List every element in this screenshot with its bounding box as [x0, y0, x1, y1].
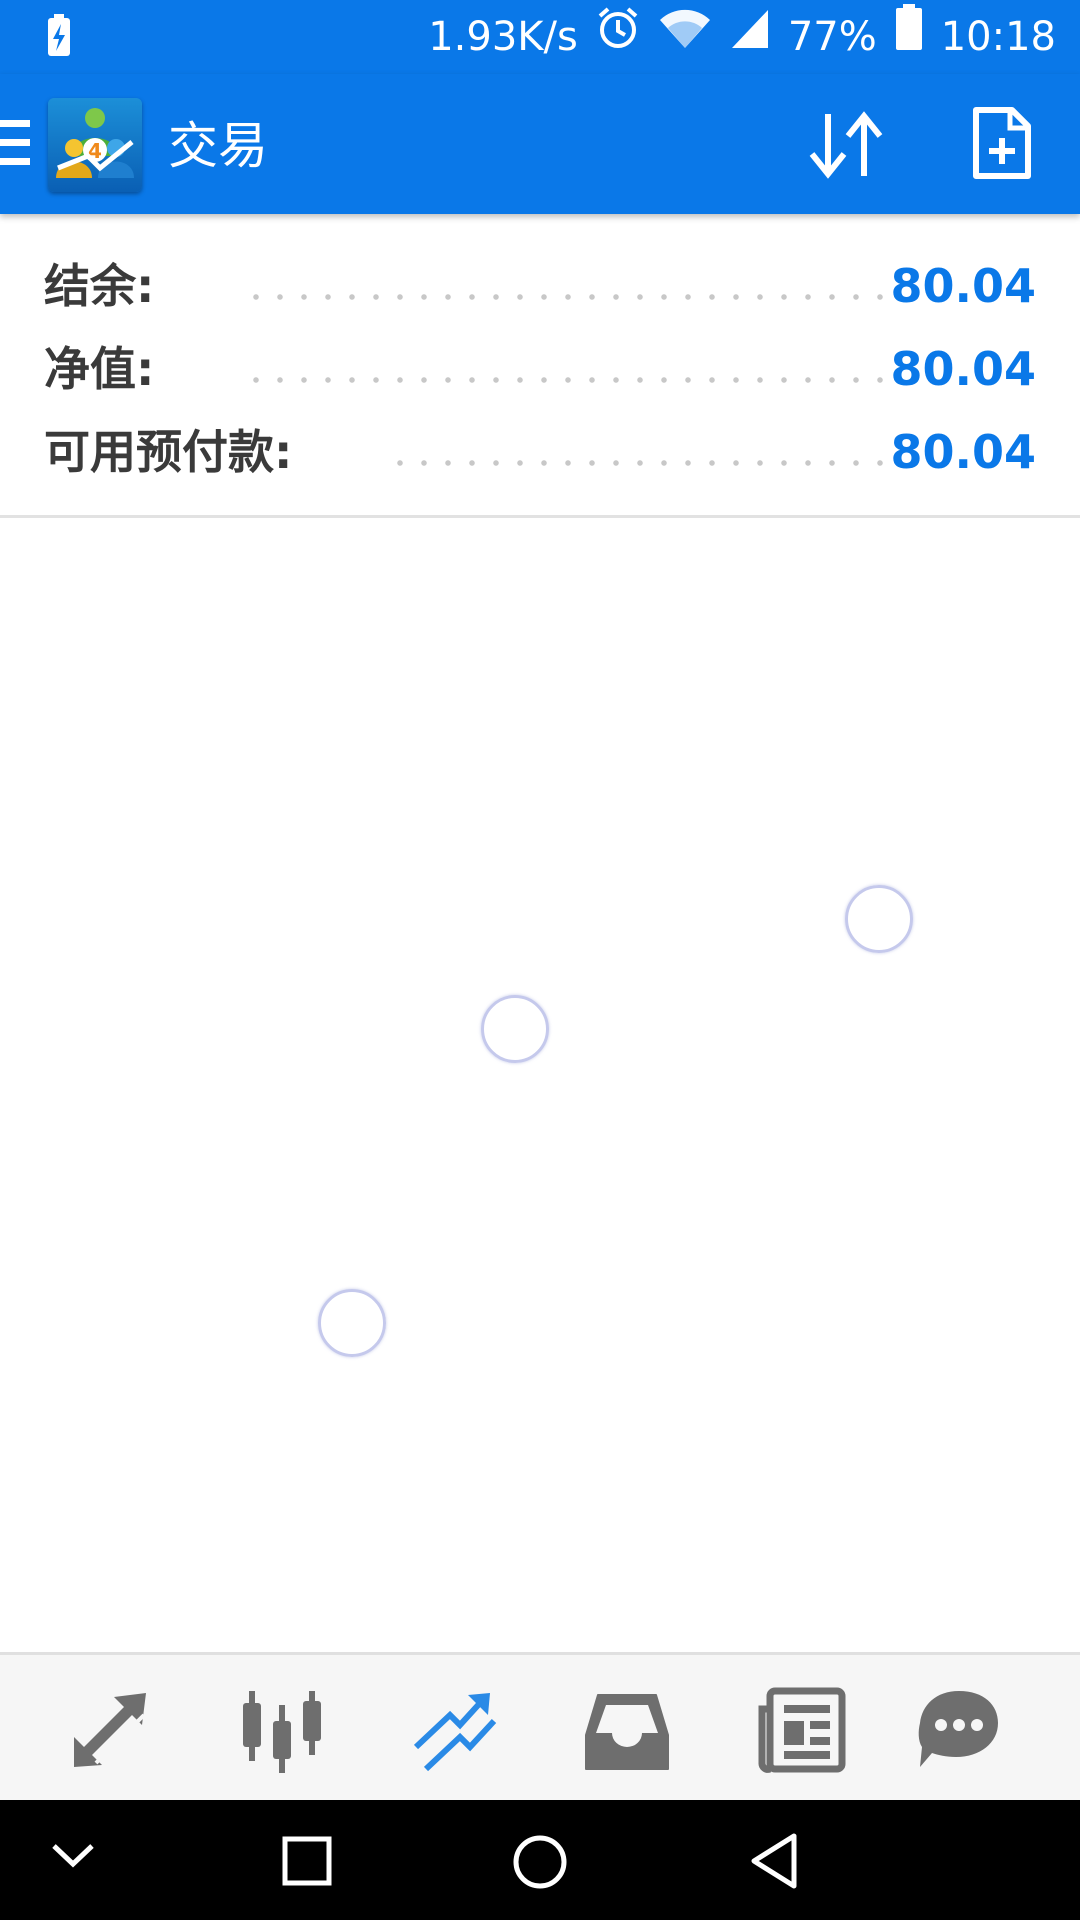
system-nav-bar: [0, 1800, 1080, 1920]
home-icon[interactable]: [512, 1834, 568, 1894]
page-title: 交易: [168, 117, 268, 175]
dotted-leader: [244, 294, 886, 300]
dotted-leader: [244, 377, 886, 383]
equity-row: 净值: 80.04: [44, 327, 1036, 411]
news-icon[interactable]: [756, 1685, 846, 1775]
app-logo: 4: [48, 98, 142, 192]
collapse-icon[interactable]: [48, 1836, 98, 1880]
clock: 10:18: [940, 14, 1056, 60]
trade-icon[interactable]: [410, 1685, 500, 1775]
balance-row: 结余: 80.04: [44, 244, 1036, 328]
chart-icon[interactable]: [236, 1685, 326, 1775]
history-icon[interactable]: [582, 1685, 672, 1775]
loading-ring: [318, 1289, 386, 1357]
battery-icon: [895, 0, 923, 74]
free-margin-row: 可用预付款: 80.04: [44, 410, 1036, 494]
cellular-signal-icon: 4G: [730, 0, 770, 74]
status-bar: 1.93K/s 4G 77%: [0, 0, 1080, 74]
account-summary: 结余: 80.04 净值: 80.04 可用预付款: 80.04: [0, 214, 1080, 518]
chat-icon[interactable]: [914, 1685, 1004, 1775]
loading-ring: [481, 995, 549, 1063]
free-margin-value: 80.04: [890, 425, 1036, 479]
balance-label: 结余:: [44, 259, 155, 313]
equity-value: 80.04: [890, 342, 1036, 396]
app-bar: 4 交易: [0, 74, 1080, 214]
equity-label: 净值:: [44, 342, 155, 396]
battery-percent: 77%: [787, 14, 877, 60]
loading-ring: [845, 885, 913, 953]
balance-value: 80.04: [890, 259, 1036, 313]
alarm-icon: [596, 0, 640, 74]
positions-area: [0, 520, 1080, 1652]
battery-charging-icon: [44, 14, 74, 64]
free-margin-label: 可用预付款:: [44, 425, 293, 479]
bottom-nav: [0, 1652, 1080, 1800]
menu-icon[interactable]: [0, 120, 30, 166]
network-speed: 1.93K/s: [428, 14, 578, 60]
new-order-icon[interactable]: [972, 106, 1032, 180]
wifi-icon: [658, 0, 712, 74]
back-icon[interactable]: [748, 1832, 800, 1894]
dotted-leader: [388, 460, 886, 466]
recent-apps-icon[interactable]: [282, 1836, 332, 1890]
sort-icon[interactable]: [806, 108, 886, 182]
quotes-icon[interactable]: [66, 1685, 156, 1775]
